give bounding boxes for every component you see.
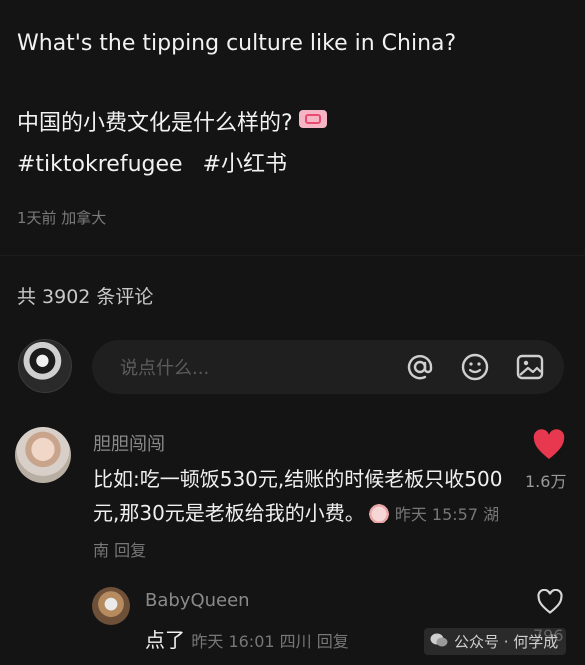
emoji-icon[interactable] [460,352,490,382]
tag-xiaohongshu[interactable]: #小红书 [203,151,287,179]
tag-tiktokrefugee[interactable]: #tiktokrefugee [17,151,183,179]
reply-text: 点了 [145,628,185,652]
watermark: 公众号 · 何学成 [424,628,567,655]
comment-input[interactable] [118,354,382,382]
heart-outline-icon[interactable] [536,589,564,615]
reply-username[interactable]: BabyQueen [145,590,250,611]
heart-icon[interactable] [532,429,566,461]
post-title-en: What's the tipping culture like in China… [17,31,457,56]
at-icon[interactable] [405,352,435,382]
reply-avatar[interactable] [92,587,130,625]
ticket-sticker-icon [298,110,327,128]
pig-sticker-icon [366,503,391,523]
post-tags: #tiktokrefugee #小红书 [17,151,287,179]
post-title-zh: 中国的小费文化是什么样的? [17,110,327,138]
comment-composer [92,340,564,394]
watermark-text: 公众号 · 何学成 [454,633,559,651]
like-count: 1.6万 [525,472,567,491]
reply-meta: 昨天 16:01 四川 回复 [191,632,349,651]
wechat-icon [430,633,448,647]
post-title-zh-text: 中国的小费文化是什么样的? [17,111,293,136]
comment-body: 比如:吃一顿饭530元,结账的时候老板只收500元,那30元是老板给我的小费。昨… [93,462,503,568]
image-icon[interactable] [515,352,545,382]
comment-username[interactable]: 胆胆闯闯 [93,430,165,456]
post-meta: 1天前 加拿大 [17,209,107,227]
current-user-avatar[interactable] [18,339,72,393]
reply-body: 点了 昨天 16:01 四川 回复 [145,624,349,653]
comment-avatar[interactable] [15,427,71,483]
comment-count: 共 3902 条评论 [17,286,154,308]
divider [0,255,585,256]
